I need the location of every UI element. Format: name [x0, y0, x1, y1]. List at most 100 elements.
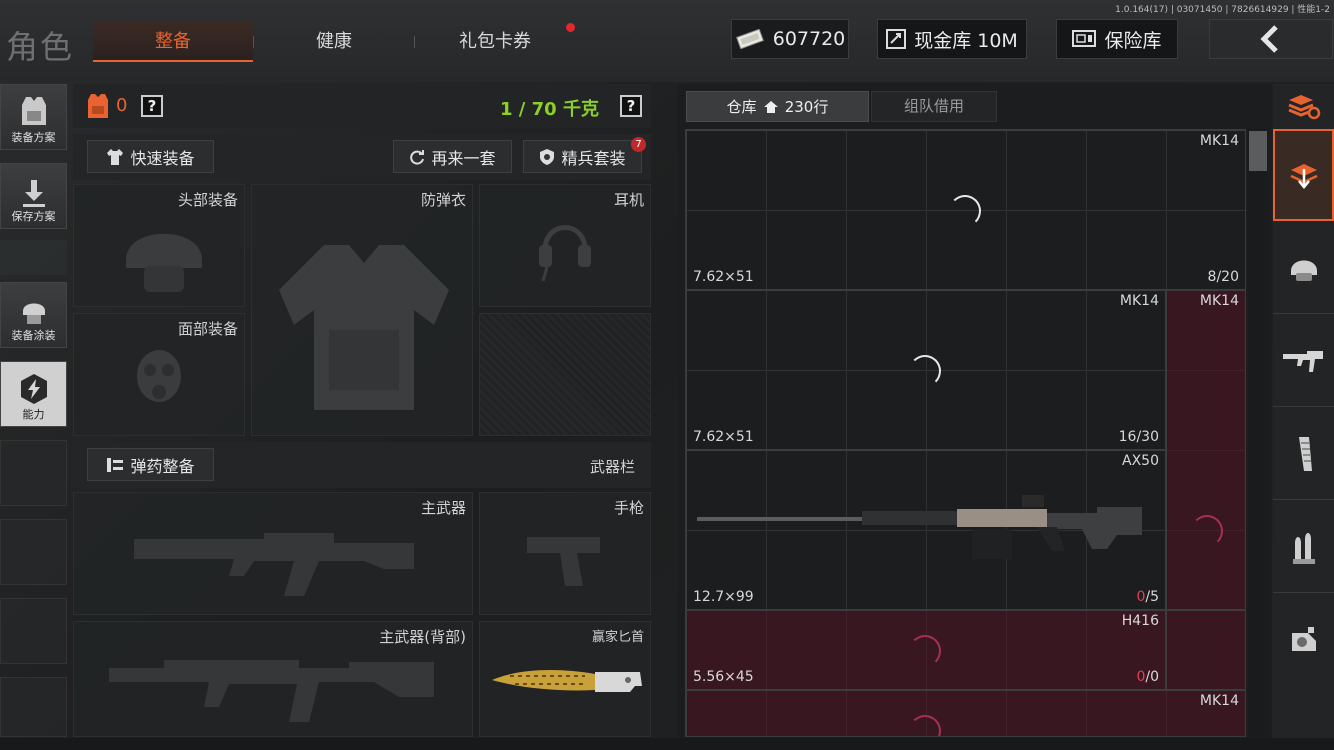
helmet-icon	[1290, 260, 1317, 281]
armor-count: 0	[116, 95, 128, 116]
elite-kit-button[interactable]: 精兵套装	[523, 140, 642, 173]
warehouse-scrollbar[interactable]	[1248, 129, 1268, 737]
item-count-max: /5	[1145, 589, 1159, 605]
item-cell[interactable]: MK14 7.62×51 16/30	[686, 290, 1166, 450]
warehouse-grid: MK14 7.62×51 8/20 MK14 7.62×51 16/30 MK1…	[685, 129, 1246, 737]
pistol-icon	[527, 537, 600, 586]
item-cell-unavailable[interactable]: MK14	[1166, 290, 1245, 610]
tab-gift-coupons[interactable]: 礼包卡券	[416, 22, 574, 62]
item-cell-unavailable[interactable]	[1166, 610, 1245, 690]
tab-warehouse[interactable]: 仓库 230行	[686, 91, 869, 122]
ammo-icon	[1292, 532, 1315, 564]
category-tab-scope[interactable]	[1273, 594, 1334, 686]
tab-team-borrow[interactable]: 组队借用	[871, 91, 997, 122]
vault-icon	[886, 29, 907, 49]
category-tab-ammo[interactable]	[1273, 501, 1334, 593]
armor-vest-icon	[88, 94, 108, 118]
elite-kit-label: 精兵套装	[561, 148, 626, 168]
item-name: MK14	[1199, 293, 1239, 309]
item-name: H416	[1121, 613, 1159, 629]
primary-weapon-slot[interactable]: 主武器	[73, 492, 473, 615]
help-icon[interactable]: ?	[141, 95, 163, 117]
helmet-icon	[126, 233, 202, 292]
knife-slot[interactable]: 赢家匕首	[479, 621, 651, 737]
golden-knife-icon	[492, 670, 642, 692]
quick-equip-button[interactable]: 快速装备	[87, 140, 214, 173]
quick-equip-label: 快速装备	[130, 148, 195, 168]
loading-spinner-icon	[949, 195, 981, 227]
scrollbar-thumb[interactable]	[1249, 131, 1267, 171]
sort-refresh-button[interactable]	[1273, 84, 1334, 128]
home-icon	[763, 100, 778, 113]
item-name: MK14	[1199, 133, 1239, 149]
slot-label: 手枪	[613, 499, 644, 517]
item-count-max: /0	[1145, 669, 1159, 685]
bottom-strip	[0, 738, 1334, 750]
sidebar-item-ability[interactable]: 能力	[0, 361, 67, 427]
shield-icon	[540, 148, 555, 165]
sidebar-item-skin[interactable]: 装备涂装	[0, 282, 67, 348]
primary-weapon-back-slot[interactable]: 主武器(背部)	[73, 621, 473, 737]
lightning-icon	[20, 374, 47, 404]
slot-label: 面部装备	[177, 320, 238, 338]
back-button[interactable]	[1209, 19, 1333, 59]
sidebar-empty-slot	[0, 598, 67, 664]
head-gear-slot[interactable]: 头部装备	[73, 184, 245, 307]
headset-icon	[539, 225, 591, 282]
ammo-prep-button[interactable]: 弹药整备	[87, 448, 214, 481]
sidebar-empty-slot	[0, 677, 67, 737]
body-armor-slot[interactable]: 防弹衣	[251, 184, 473, 436]
cash-icon	[735, 29, 764, 49]
item-count: 16/30	[1118, 429, 1159, 445]
category-tab-helmet[interactable]	[1273, 222, 1334, 314]
safe-icon	[1072, 30, 1097, 47]
safe-label: 保险库	[1104, 29, 1162, 52]
item-name: MK14	[1199, 693, 1239, 709]
item-cell-unavailable[interactable]: MK14	[686, 690, 1245, 736]
tab-divider	[253, 36, 254, 48]
item-cell-unavailable[interactable]: H416 5.56×45 0/0	[686, 610, 1166, 690]
item-caliber: 12.7×99	[693, 589, 754, 605]
version-info: 1.0.164(17) | 03071450 | 7826614929 | 性能…	[1115, 5, 1330, 15]
tab-health[interactable]: 健康	[255, 22, 413, 62]
sidebar-empty-slot	[0, 440, 67, 506]
page-title: 角色	[6, 28, 75, 66]
ammo-belt-icon	[107, 457, 124, 472]
help-icon[interactable]: ?	[620, 95, 642, 117]
sidebar-item-loadout-plan[interactable]: 装备方案	[0, 84, 67, 150]
face-gear-slot[interactable]: 面部装备	[73, 313, 245, 436]
tab-loadout[interactable]: 整备	[93, 22, 253, 62]
rifle-icon	[1282, 350, 1323, 372]
equip-again-button[interactable]: 再来一套	[393, 140, 512, 173]
safe-button[interactable]: 保险库	[1056, 19, 1178, 59]
sidebar-item-save-plan[interactable]: 保存方案	[0, 163, 67, 229]
equip-again-label: 再来一套	[431, 148, 496, 168]
category-tab-storage[interactable]	[1273, 129, 1334, 221]
magazine-icon	[1298, 436, 1312, 471]
stack-refresh-icon	[1287, 95, 1320, 120]
body-armor-icon	[279, 245, 449, 410]
gas-mask-icon	[137, 350, 181, 402]
locked-slot	[479, 313, 651, 436]
warehouse-rows: 230行	[784, 98, 829, 116]
sidebar-spacer	[0, 240, 67, 275]
slot-label: 头部装备	[177, 191, 238, 209]
slot-label: 防弹衣	[420, 191, 466, 209]
item-cell[interactable]: AX50 12.7×99 0/5	[686, 450, 1166, 610]
pistol-slot[interactable]: 手枪	[479, 492, 651, 615]
slot-label: 主武器	[420, 499, 466, 517]
item-cell[interactable]: MK14 7.62×51 8/20	[686, 130, 1245, 290]
cash-vault-button[interactable]: 现金库 10M	[877, 19, 1027, 59]
assault-rifle-icon	[134, 533, 414, 596]
notification-dot	[566, 23, 575, 32]
category-tab-rifle[interactable]	[1273, 315, 1334, 407]
item-caliber: 5.56×45	[693, 669, 754, 685]
category-tab-magazine[interactable]	[1273, 408, 1334, 500]
earphone-slot[interactable]: 耳机	[479, 184, 651, 307]
weight-display: 1 / 70 千克	[500, 99, 599, 120]
chevron-left-icon	[1260, 25, 1278, 53]
helmet-skin-icon	[22, 303, 45, 324]
cash-vault-label: 现金库 10M	[914, 29, 1018, 52]
sidebar-item-label: 装备方案	[11, 131, 56, 144]
sidebar-item-label: 装备涂装	[11, 329, 56, 342]
